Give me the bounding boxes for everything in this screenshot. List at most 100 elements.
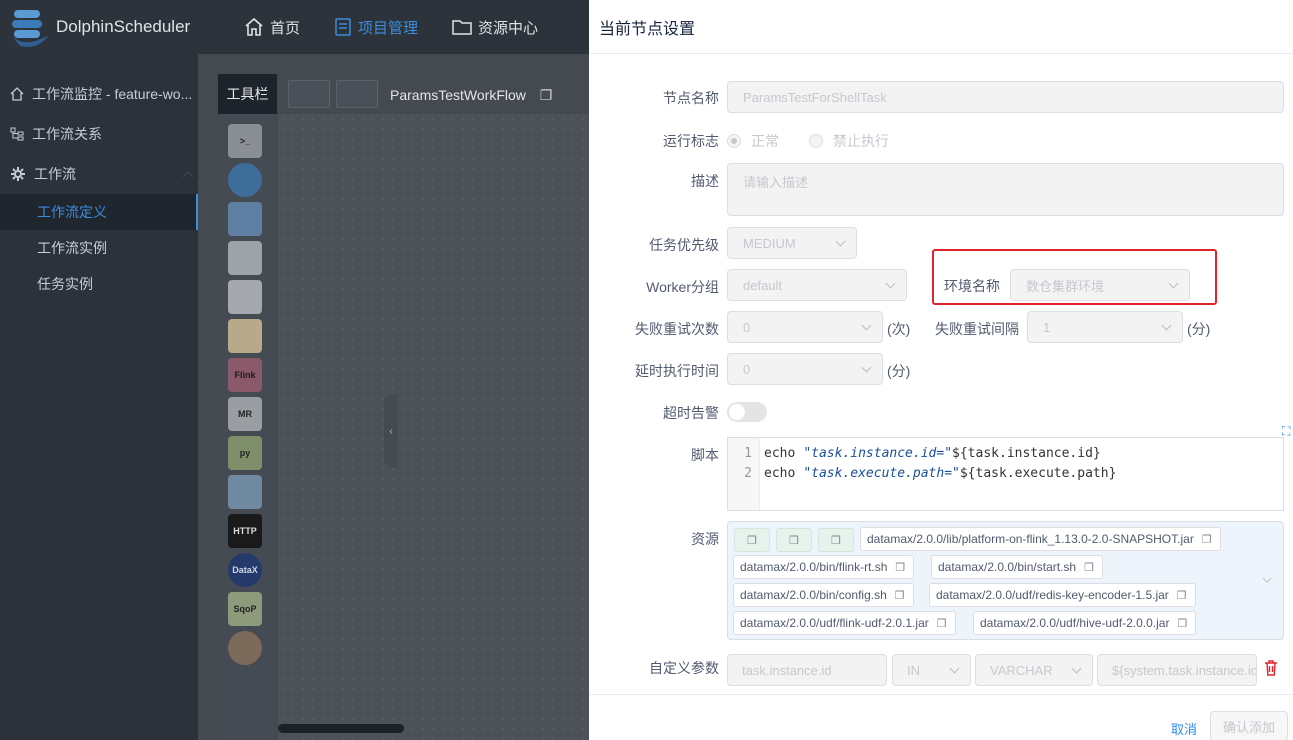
sidebar-item-workflow[interactable]: 工作流 <box>0 156 198 192</box>
horizontal-scrollbar[interactable] <box>278 724 404 733</box>
label-description: 描述 <box>691 173 719 189</box>
dolphin-logo-icon <box>8 6 52 48</box>
flink-task-icon[interactable]: Flink <box>228 358 262 392</box>
sidebar-sub-label: 工作流实例 <box>37 240 107 256</box>
copy-icon: ❐ <box>789 534 799 547</box>
radio-dot <box>809 134 823 148</box>
retry-times-unit: (次) <box>887 321 911 337</box>
resource-tag-label: datamax/2.0.0/udf/redis-key-encoder-1.5.… <box>936 588 1169 602</box>
sidebar-sub-label: 工作流定义 <box>37 204 107 220</box>
resource-tag-label: datamax/2.0.0/udf/hive-udf-2.0.0.jar <box>980 616 1170 630</box>
chevron-up-icon <box>182 171 194 178</box>
run-flag-normal-radio[interactable]: 正常 <box>727 131 779 151</box>
code-string: "task.execute.path=" <box>803 465 960 481</box>
dag-canvas[interactable] <box>278 114 598 740</box>
resources-select[interactable]: ❐ ❐ ❐ datamax/2.0.0/lib/platform-on-flin… <box>727 521 1284 640</box>
collapse-sidebar-handle[interactable]: ‹ <box>384 394 398 468</box>
datasource-task-icon[interactable] <box>228 280 262 314</box>
resource-tag-collapsed[interactable]: ❐ <box>734 528 770 552</box>
expand-button[interactable] <box>336 80 378 108</box>
resource-tag-label: datamax/2.0.0/udf/flink-udf-2.0.1.jar <box>740 616 929 630</box>
line-number: 1 <box>744 445 752 461</box>
script-editor[interactable]: 1 echo "task.instance.id=" ${task.instan… <box>727 437 1284 511</box>
copy-icon[interactable]: ❐ <box>540 87 553 103</box>
sidebar-item-label: 工作流关系 <box>32 126 102 142</box>
sidebar-sub-label: 任务实例 <box>37 276 93 292</box>
node-name-input[interactable]: ParamsTestForShellTask <box>727 81 1284 113</box>
custom-param-value-input[interactable]: ${system.task.instance.id} <box>1097 654 1257 686</box>
retry-times-select[interactable]: 0 <box>727 311 883 343</box>
retry-interval-select[interactable]: 1 <box>1027 311 1183 343</box>
task-type-list: >_ Flink MR py HTTP DataX SqoP <box>228 124 266 670</box>
description-textarea[interactable]: 请输入描述 <box>727 163 1284 216</box>
conditions-task-icon[interactable] <box>228 631 262 665</box>
code-command: echo <box>764 445 796 461</box>
confirm-add-button[interactable]: 确认添加 <box>1210 711 1288 740</box>
label-retry-times: 失败重试次数 <box>635 321 719 337</box>
sidebar: 工作流监控 - feature-wo... 工作流关系 工作流 工作流定义 工作… <box>0 54 198 740</box>
datax-task-icon[interactable]: DataX <box>228 553 262 587</box>
brand-logo[interactable]: DolphinScheduler <box>8 6 190 48</box>
resource-tag[interactable]: datamax/2.0.0/udf/hive-udf-2.0.0.jar ❐ <box>973 611 1197 635</box>
dag-workarea: 工具栏 ParamsTestWorkFlow ❐ >_ Flink MR py … <box>198 54 598 740</box>
label-resources: 资源 <box>691 531 719 547</box>
sql-task-icon[interactable] <box>228 241 262 275</box>
folder-icon <box>452 20 472 35</box>
resource-tag[interactable]: datamax/2.0.0/udf/redis-key-encoder-1.5.… <box>929 583 1196 607</box>
copy-icon: ❐ <box>1201 533 1212 546</box>
code-rest: ${task.instance.id} <box>952 445 1101 461</box>
resource-tag[interactable]: datamax/2.0.0/bin/start.sh ❐ <box>931 555 1103 579</box>
delay-time-select[interactable]: 0 <box>727 353 883 385</box>
custom-param-type-select[interactable]: VARCHAR <box>975 654 1093 686</box>
nav-home[interactable]: 首页 <box>244 17 300 38</box>
resource-tag[interactable]: datamax/2.0.0/lib/platform-on-flink_1.13… <box>860 527 1221 551</box>
sidebar-sub-workflow-instance[interactable]: 工作流实例 <box>0 230 198 266</box>
sub-process-task-icon[interactable] <box>228 163 262 197</box>
code-command: echo <box>764 465 796 481</box>
dependent-task-icon[interactable] <box>228 475 262 509</box>
http-task-icon[interactable]: HTTP <box>228 514 262 548</box>
code-rest: ${task.execute.path} <box>959 465 1117 481</box>
resource-tag-collapsed[interactable]: ❐ <box>776 528 812 552</box>
nav-project-label: 项目管理 <box>358 19 419 37</box>
sidebar-sub-workflow-definition[interactable]: 工作流定义 <box>0 194 198 230</box>
mr-task-icon[interactable]: MR <box>228 397 262 431</box>
code-string: "task.instance.id=" <box>803 445 953 461</box>
sqoop-task-icon[interactable]: SqoP <box>228 592 262 626</box>
trash-icon[interactable] <box>1264 660 1278 676</box>
drawer-title: 当前节点设置 <box>589 0 1293 54</box>
priority-select[interactable]: MEDIUM <box>727 227 857 259</box>
home-icon <box>10 87 24 101</box>
nav-resource-label: 资源中心 <box>478 19 539 37</box>
label-delay-time: 延时执行时间 <box>635 363 719 379</box>
sidebar-sub-task-instance[interactable]: 任务实例 <box>0 266 198 302</box>
resource-tag[interactable]: datamax/2.0.0/bin/config.sh ❐ <box>733 583 914 607</box>
nav-home-label: 首页 <box>270 19 301 37</box>
resource-tag[interactable]: datamax/2.0.0/udf/flink-udf-2.0.1.jar ❐ <box>733 611 956 635</box>
spark-task-icon[interactable] <box>228 319 262 353</box>
custom-param-prop-input[interactable]: task.instance.id <box>727 654 887 686</box>
shell-task-icon[interactable]: >_ <box>228 124 262 158</box>
label-script: 脚本 <box>691 447 719 463</box>
retry-interval-unit: (分) <box>1187 321 1211 337</box>
custom-param-direct-select[interactable]: IN <box>892 654 971 686</box>
nav-project[interactable]: 项目管理 <box>334 17 418 38</box>
cancel-button[interactable]: 取消 <box>1171 719 1197 738</box>
nav-resource[interactable]: 资源中心 <box>452 17 538 38</box>
toggle-menu-button[interactable] <box>288 80 330 108</box>
procedure-task-icon[interactable] <box>228 202 262 236</box>
copy-icon: ❐ <box>1084 561 1094 574</box>
worker-group-select[interactable]: default <box>727 269 907 301</box>
python-task-icon[interactable]: py <box>228 436 262 470</box>
line-number: 2 <box>744 465 752 481</box>
timeout-alarm-switch[interactable] <box>727 402 767 422</box>
run-flag-disabled-radio[interactable]: 禁止执行 <box>809 131 889 151</box>
workflow-name: ParamsTestWorkFlow ❐ <box>390 87 552 104</box>
radio-label: 禁止执行 <box>833 133 889 149</box>
radio-label: 正常 <box>751 133 779 149</box>
resource-tag[interactable]: datamax/2.0.0/bin/flink-rt.sh ❐ <box>733 555 915 579</box>
resource-tag-collapsed[interactable]: ❐ <box>818 528 854 552</box>
label-node-name: 节点名称 <box>663 90 719 106</box>
sidebar-item-monitor[interactable]: 工作流监控 - feature-wo... <box>0 76 198 112</box>
sidebar-item-relation[interactable]: 工作流关系 <box>0 116 198 152</box>
